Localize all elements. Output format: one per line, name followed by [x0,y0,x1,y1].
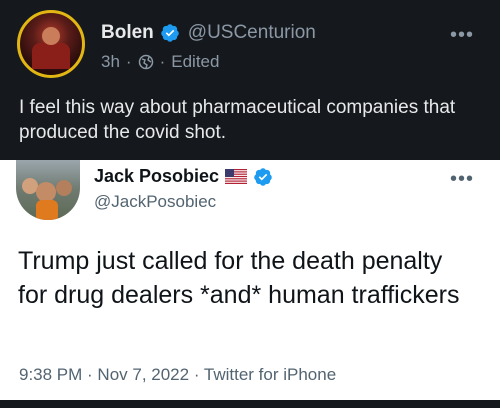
quoted-author-handle[interactable]: @JackPosobiec [94,192,216,212]
quoted-author-name-row: Jack Posobiec [94,166,273,187]
verified-badge-icon [161,24,179,42]
quoted-avatar[interactable] [16,160,80,220]
meta-separator: · [159,52,166,71]
post-time[interactable]: 3h [101,52,120,72]
author-name[interactable]: Bolen [101,22,154,44]
edited-label[interactable]: Edited [171,52,219,72]
quoted-post[interactable]: Jack Posobiec @JackPosobiec ••• Trump ju… [0,160,500,400]
quoted-post-text: Trump just called for the death penalty … [18,247,460,309]
post-meta: 3h · · Edited [101,52,219,72]
outer-post: Bolen @USCenturion 3h · · Edited ••• I f… [0,0,500,160]
meta-separator: · [125,52,132,71]
bottom-divider [0,400,500,408]
author-handle[interactable]: @USCenturion [188,22,316,44]
us-flag-icon [225,169,248,184]
quoted-more-options-button[interactable]: ••• [450,168,474,191]
more-options-button[interactable]: ••• [450,24,474,47]
verified-badge-icon [254,167,272,186]
community-icon [138,54,153,70]
post-text: I feel this way about pharmaceutical com… [19,97,456,143]
author-name-row: Bolen @USCenturion [101,22,316,44]
quoted-post-timestamp[interactable]: 9:38 PM · Nov 7, 2022 · Twitter for iPho… [19,365,336,385]
avatar[interactable] [17,10,85,78]
quoted-author-name[interactable]: Jack Posobiec [94,166,219,187]
